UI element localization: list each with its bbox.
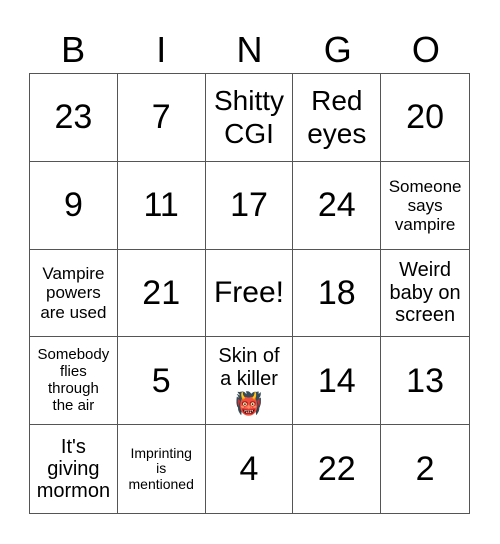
header-letter-n: N — [236, 29, 263, 70]
cell-text-line: powers — [45, 283, 101, 303]
bingo-cell[interactable]: Imprinting is mentioned — [118, 425, 206, 513]
cell-text-line: Red — [311, 84, 363, 116]
bingo-cell[interactable]: Somebody flies through the air — [30, 337, 118, 426]
cell-text: 23 — [54, 98, 93, 137]
header-letter-b: B — [61, 29, 86, 70]
cell-text-line: through — [47, 379, 99, 397]
header-letter-g: G — [323, 29, 352, 70]
bingo-cell[interactable]: Someone says vampire — [381, 162, 469, 250]
bingo-cell[interactable]: 18 — [293, 249, 382, 338]
cell-text-line: baby on — [389, 281, 461, 304]
cell-text-line: mormon — [36, 480, 111, 503]
header-letter-i: I — [156, 29, 167, 70]
bingo-cell[interactable]: 21 — [117, 249, 206, 338]
cell-text: 18 — [317, 273, 356, 312]
cell-text: 13 — [406, 361, 444, 400]
bingo-cell[interactable]: 7 — [117, 74, 206, 162]
cell-text-line: is — [156, 460, 167, 477]
cell-text: 20 — [406, 98, 444, 137]
cell-text: 9 — [63, 186, 83, 225]
bingo-cell[interactable]: 2 — [381, 425, 469, 513]
cell-text: Free! — [213, 276, 284, 310]
bingo-cell[interactable]: 11 — [117, 161, 206, 250]
bingo-cell[interactable]: 13 — [381, 337, 469, 426]
cell-text-line: giving — [47, 457, 100, 480]
bingo-cell[interactable]: 20 — [381, 74, 469, 162]
bingo-cell[interactable]: 9 — [30, 161, 118, 250]
cell-text-line: It's — [60, 435, 86, 458]
cell-text-line: Weird — [399, 259, 452, 282]
cell-text-line: screen — [395, 304, 456, 327]
cell-text-line: mentioned — [128, 475, 194, 492]
bingo-cell[interactable]: Red eyes — [293, 74, 382, 162]
header-letter-o: O — [411, 29, 440, 70]
bingo-header: B I N G O — [29, 28, 470, 72]
cell-text-line: Imprinting — [130, 444, 192, 461]
bingo-cell[interactable]: It's giving mormon — [30, 425, 118, 513]
cell-text-line: Vampire — [42, 264, 105, 284]
bingo-cell[interactable]: 5 — [117, 337, 206, 426]
cell-text-line: Somebody — [37, 346, 110, 364]
cell-text: 17 — [230, 186, 268, 225]
cell-text-line: the air — [52, 396, 95, 414]
bingo-cell[interactable]: 17 — [205, 161, 294, 250]
cell-text-line: a killer — [220, 367, 278, 390]
cell-text-line: says — [407, 195, 443, 215]
bingo-cell-free[interactable]: Free! — [205, 249, 294, 338]
cell-text: 7 — [151, 98, 171, 137]
bingo-cell[interactable]: 23 — [30, 74, 118, 162]
bingo-cell[interactable]: Vampire powers are used — [30, 249, 118, 338]
cell-text: 4 — [239, 450, 259, 489]
cell-text-line: flies — [60, 362, 87, 380]
cell-text-line: Shitty — [213, 84, 284, 116]
cell-text: 21 — [142, 273, 181, 312]
cell-text-line: are used — [40, 302, 107, 322]
bingo-cell[interactable]: 22 — [293, 425, 382, 513]
cell-text-line: CGI — [224, 118, 274, 150]
cell-text-line: Skin of — [218, 345, 280, 368]
bingo-cell[interactable]: 24 — [293, 161, 382, 250]
ogre-emoji-icon: 👹 — [235, 391, 263, 417]
cell-text-line: vampire — [394, 214, 456, 234]
cell-text: 14 — [317, 361, 356, 400]
cell-text-line: Someone — [388, 176, 462, 196]
bingo-grid: 23 7 Shitty CGI Red eyes 20 9 11 17 24 Someone says v… — [29, 73, 470, 514]
cell-text: 5 — [151, 361, 171, 400]
cell-text: 22 — [317, 450, 356, 489]
bingo-cell[interactable]: 4 — [206, 425, 294, 513]
cell-text: 2 — [415, 450, 435, 489]
cell-text: 24 — [317, 186, 356, 225]
bingo-cell[interactable]: Skin of a killer 👹 — [205, 337, 294, 426]
bingo-cell[interactable]: Shitty CGI — [205, 74, 294, 162]
bingo-cell[interactable]: 14 — [293, 337, 382, 426]
bingo-cell[interactable]: Weird baby on screen — [381, 250, 469, 338]
cell-text: 11 — [143, 186, 179, 225]
cell-text-line: eyes — [307, 118, 367, 150]
